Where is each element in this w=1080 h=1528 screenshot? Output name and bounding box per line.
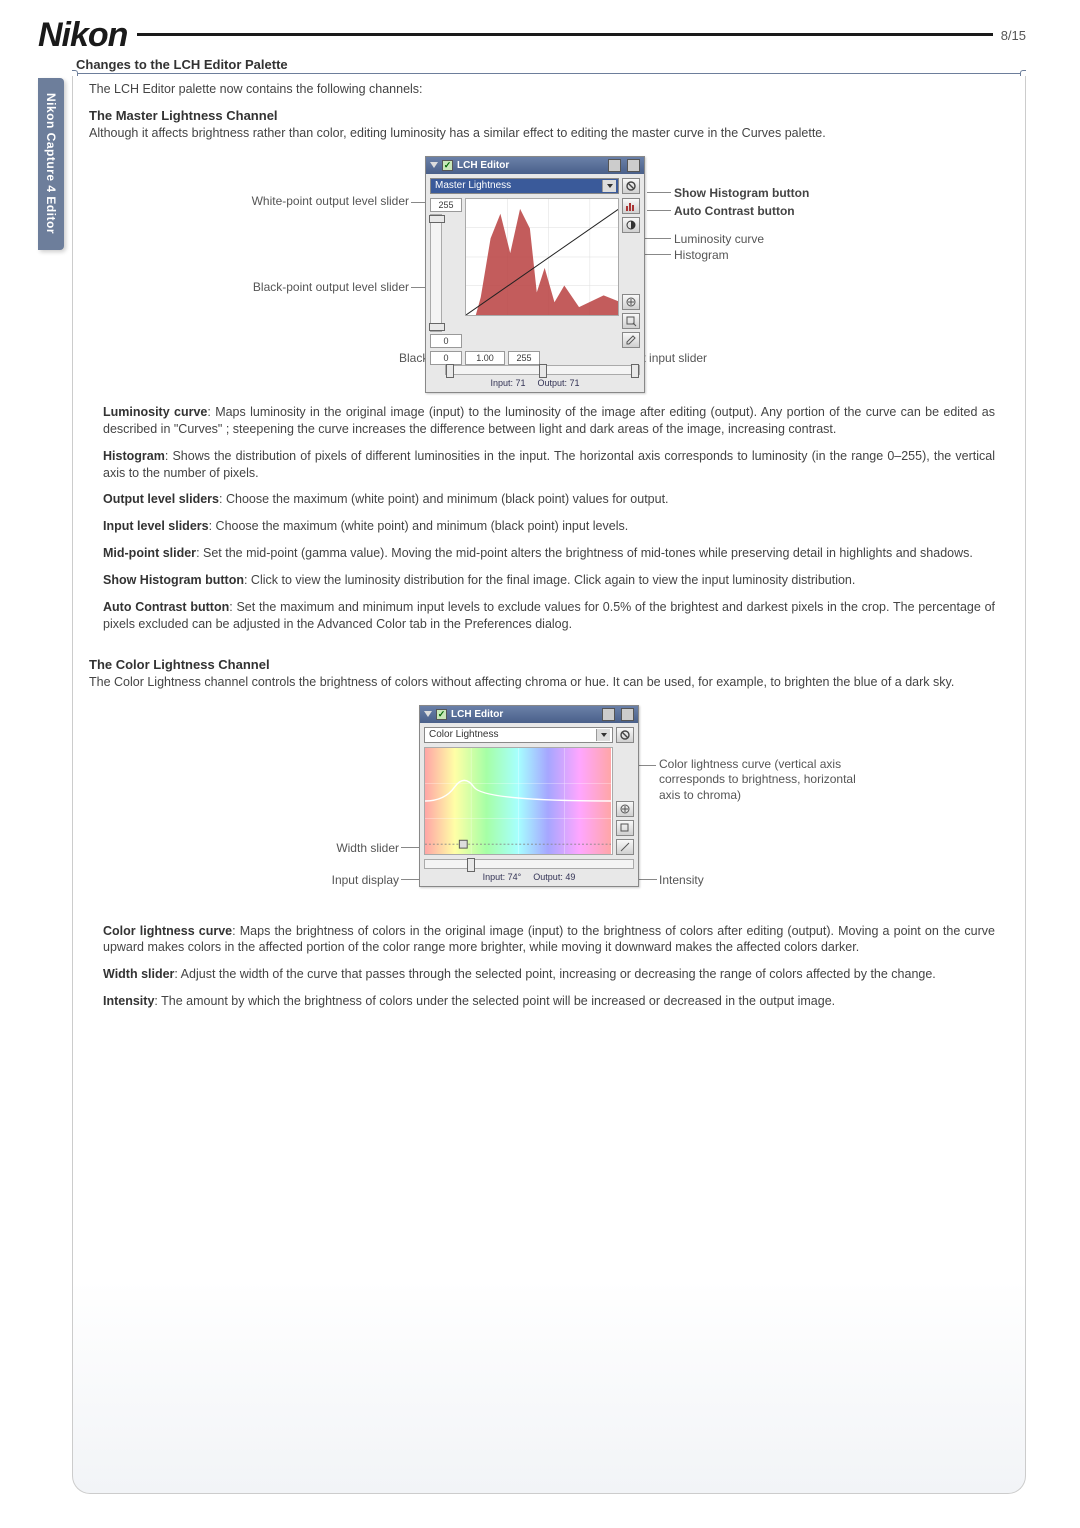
zoom-button-2[interactable]	[616, 820, 634, 836]
page-number: 8/15	[1001, 28, 1026, 43]
nikon-logo: Nikon	[38, 16, 127, 55]
master-heading: The Master Lightness Channel	[89, 108, 1013, 123]
enable-checkbox[interactable]: ✓	[436, 709, 447, 720]
def-show-hist: Show Histogram button: Click to view the…	[103, 572, 995, 589]
input-readout: Input: 71	[490, 378, 525, 388]
channel-dropdown[interactable]: Master Lightness	[430, 178, 619, 194]
curve-canvas[interactable]	[465, 198, 619, 316]
label-auto-contrast: Auto Contrast button	[674, 204, 795, 218]
window-title-2: LCH Editor	[451, 709, 503, 720]
window-title: LCH Editor	[457, 160, 509, 171]
color-curve-canvas[interactable]	[424, 747, 613, 855]
white-output-value[interactable]: 255	[430, 198, 462, 212]
master-diagram: White-point output level slider Black-po…	[229, 156, 869, 386]
white-input-value[interactable]: 255	[508, 351, 540, 365]
label-show-histogram: Show Histogram button	[674, 186, 809, 200]
input-readout-2: Input: 74°	[483, 872, 522, 882]
def-input-sliders: Input level sliders: Choose the maximum …	[103, 518, 995, 535]
label-width-slider: Width slider	[269, 841, 399, 855]
chevron-down-icon	[602, 180, 616, 192]
page-header: Nikon 8/15	[0, 0, 1080, 57]
show-histogram-button[interactable]	[622, 198, 640, 214]
content-box: The LCH Editor palette now contains the …	[72, 74, 1026, 1494]
side-tab: Nikon Capture 4 Editor	[38, 78, 64, 250]
input-level-slider[interactable]	[445, 365, 640, 375]
def-histogram: Histogram: Shows the distribution of pix…	[103, 448, 995, 482]
label-intensity: Intensity	[659, 873, 704, 887]
def-width-slider: Width slider: Adjust the width of the cu…	[103, 966, 995, 983]
header-rule	[137, 33, 992, 36]
def-intensity: Intensity: The amount by which the brigh…	[103, 993, 995, 1010]
label-white-output: White-point output level slider	[229, 194, 409, 208]
mid-input-value[interactable]: 1.00	[465, 351, 505, 365]
def-lum-curve: Luminosity curve: Maps luminosity in the…	[103, 404, 995, 438]
channel-dropdown-2[interactable]: Color Lightness	[424, 727, 613, 743]
color-diagram: Width slider Input display Color lightne…	[229, 705, 869, 905]
zoom-button[interactable]	[622, 313, 640, 329]
reset-button-2[interactable]	[616, 727, 634, 743]
label-input-display: Input display	[269, 873, 399, 887]
output-level-slider[interactable]	[430, 214, 442, 332]
titlebar-btn-2[interactable]	[627, 159, 640, 172]
def-midpoint: Mid-point slider: Set the mid-point (gam…	[103, 545, 995, 562]
lch-titlebar: ✓ LCH Editor	[426, 157, 644, 174]
black-input-value[interactable]: 0	[430, 351, 462, 365]
auto-contrast-button[interactable]	[622, 217, 640, 233]
titlebar-btn-2[interactable]	[621, 708, 634, 721]
reset-button[interactable]	[622, 178, 640, 194]
black-output-value[interactable]: 0	[430, 334, 462, 348]
def-output-sliders: Output level sliders: Choose the maximum…	[103, 491, 995, 508]
label-histogram: Histogram	[674, 248, 729, 262]
output-readout-2: Output: 49	[533, 872, 575, 882]
chevron-down-icon	[596, 729, 610, 741]
color-body: The Color Lightness channel controls the…	[89, 674, 1009, 691]
label-color-curve: Color lightness curve (vertical axis cor…	[659, 757, 859, 804]
output-readout: Output: 71	[538, 378, 580, 388]
lch-editor-window-2: ✓ LCH Editor Color Lightness	[419, 705, 639, 887]
enable-checkbox[interactable]: ✓	[442, 160, 453, 171]
color-heading: The Color Lightness Channel	[89, 657, 1013, 672]
titlebar-btn-1[interactable]	[602, 708, 615, 721]
edit-button-2[interactable]	[616, 839, 634, 855]
menu-triangle-icon[interactable]	[424, 711, 432, 717]
master-body: Although it affects brightness rather th…	[89, 125, 1009, 142]
width-slider[interactable]	[424, 859, 634, 869]
section-intro: The LCH Editor palette now contains the …	[89, 82, 1013, 96]
add-point-button[interactable]	[622, 294, 640, 310]
section-title: Changes to the LCH Editor Palette	[72, 57, 1026, 74]
lch-editor-window: ✓ LCH Editor Master Lightness	[425, 156, 645, 393]
edit-button[interactable]	[622, 332, 640, 348]
def-color-curve: Color lightness curve: Maps the brightne…	[103, 923, 995, 957]
add-point-button-2[interactable]	[616, 801, 634, 817]
titlebar-btn-1[interactable]	[608, 159, 621, 172]
def-auto-contrast: Auto Contrast button: Set the maximum an…	[103, 599, 995, 633]
label-lum-curve: Luminosity curve	[674, 232, 764, 246]
label-black-output: Black-point output level slider	[229, 280, 409, 294]
lch-titlebar-2: ✓ LCH Editor	[420, 706, 638, 723]
menu-triangle-icon[interactable]	[430, 162, 438, 168]
